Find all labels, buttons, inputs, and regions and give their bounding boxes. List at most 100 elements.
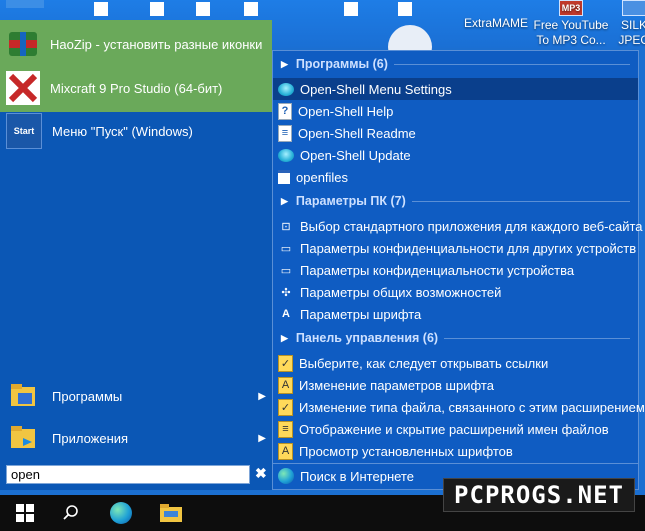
start-badge: Start [13,126,35,136]
section-header-pc-settings[interactable]: ▶ Параметры ПК (7) [273,190,638,212]
close-icon[interactable]: ✖ [255,465,267,482]
pinned-item-label: HaoZip - установить разные иконки [50,36,263,52]
result-item-open-shell-update[interactable]: Open-Shell Update [273,144,638,166]
shortcut-icon [94,2,108,16]
file-ext-icon: ≡ [278,420,293,438]
default-apps-icon: ⊡ [281,220,291,233]
result-label: Параметры общих возможностей [300,284,502,300]
windows-start-icon[interactable] [2,495,48,531]
apps-label: Приложения [52,430,129,446]
pinned-item-label: Mixcraft 9 Pro Studio (64-бит) [50,80,223,96]
search-input[interactable] [6,465,250,484]
triangle-right-icon: ▶ [281,332,288,343]
result-label: Open-Shell Menu Settings [300,81,452,97]
result-item-shared[interactable]: ✣ Параметры общих возможностей [273,281,638,303]
result-label: Изменение типа файла, связанного с этим … [299,399,645,415]
desktop-icon-thumb [6,0,44,8]
search-icon[interactable] [48,495,94,531]
watermark: PCPROGS.NET [443,478,635,512]
section-header-programs[interactable]: ▶ Программы (6) [273,53,638,75]
desktop-icon-youtube-mp3[interactable]: MP3 Free YouTube To MP3 Co... [530,0,612,48]
pinned-item-label: Меню "Пуск" (Windows) [52,123,193,139]
readme-doc-icon: ≡ [278,124,292,142]
section-divider [444,337,630,339]
result-item-open-shell-settings[interactable]: Open-Shell Menu Settings [273,78,638,100]
extramame-label: ExtraMAME [463,16,528,30]
shortcut-icon [150,2,164,16]
edge-icon [278,468,294,484]
result-label: Изменение параметров шрифта [299,377,494,393]
result-item-open-shell-readme[interactable]: ≡ Open-Shell Readme [273,122,638,144]
desktop-icons-row [0,0,440,20]
result-item-font-params[interactable]: A Изменение параметров шрифта [273,374,638,396]
explorer-icon[interactable] [148,495,194,531]
result-item-font-settings[interactable]: A Параметры шрифта [273,303,638,325]
shortcut-icon [244,2,258,16]
result-item-file-type[interactable]: ✓ Изменение типа файла, связанного с эти… [273,396,645,418]
shortcut-icon [344,2,358,16]
mp3-icon: MP3 [559,0,583,16]
result-label: Параметры шрифта [300,306,422,322]
control-panel-icon: ✓ [278,354,293,372]
result-label: Параметры конфиденциальности устройства [300,262,575,278]
result-item-file-ext[interactable]: ≡ Отображение и скрытие расширений имен … [273,418,638,440]
result-label: Поиск в Интернете [300,468,414,484]
section-divider [411,200,630,202]
shared-icon: ✣ [281,286,291,299]
search-row: ✖ [0,461,272,489]
result-item-default-apps[interactable]: ⊡ Выбор стандартного приложения для кажд… [273,215,642,237]
result-label: Open-Shell Readme [298,125,416,141]
triangle-right-icon: ▶ [281,58,288,69]
section-title: Параметры ПК (7) [295,194,406,208]
menu-item-apps[interactable]: Приложения ▶ [0,418,272,458]
result-label: Просмотр установленных шрифтов [299,443,513,459]
chevron-right-icon: ▶ [258,390,266,402]
start-menu-left-pane: HaoZip - установить разные иконки Mixcra… [0,20,272,490]
search-results-pane: ▶ Программы (6) Open-Shell Menu Settings… [272,50,645,490]
haozip-icon [6,27,40,61]
font-icon: A [282,308,290,320]
result-label: Выбор стандартного приложения для каждог… [300,218,643,234]
font-settings-icon: A [278,376,293,394]
pinned-item-mixcraft[interactable]: Mixcraft 9 Pro Studio (64-бит) [0,67,272,109]
result-label: Параметры конфиденциальности для других … [300,240,637,256]
shortcut-icon [196,2,210,16]
result-label: Open-Shell Update [300,147,411,163]
chevron-right-icon: ▶ [258,432,266,444]
result-label: openfiles [296,169,349,185]
result-item-open-links[interactable]: ✓ Выберите, как следует открывать ссылки [273,352,638,374]
fonts-folder-icon: A [278,442,293,460]
result-item-fonts-view[interactable]: A Просмотр установленных шрифтов [273,440,638,462]
apps-icon [8,422,40,454]
section-title: Панель управления (6) [295,331,439,345]
result-item-privacy-device[interactable]: ▭ Параметры конфиденциальности устройств… [273,259,638,281]
result-item-open-shell-help[interactable]: ? Open-Shell Help [273,100,638,122]
mixcraft-icon [6,71,40,105]
pinned-item-haozip[interactable]: HaoZip - установить разные иконки [0,23,272,65]
programs-icon [8,380,40,412]
result-item-openfiles[interactable]: openfiles [273,166,638,188]
result-item-privacy-other[interactable]: ▭ Параметры конфиденциальности для други… [273,237,638,259]
desktop-icon-extramame[interactable]: ExtraMAME [462,6,530,31]
shortcut-icon [398,2,412,16]
start-menu-icon: Start [6,113,42,149]
file-type-icon: ✓ [278,398,293,416]
section-header-control-panel[interactable]: ▶ Панель управления (6) [273,327,638,349]
section-title: Программы (6) [295,57,388,71]
edge-taskbar-icon[interactable] [98,495,144,531]
result-label: Отображение и скрытие расширений имен фа… [299,421,609,437]
silk-icon [622,0,645,16]
section-divider [393,63,630,65]
result-label: Выберите, как следует открывать ссылки [299,355,549,371]
result-label: Open-Shell Help [298,103,394,119]
pinned-item-windows-start[interactable]: Start Меню "Пуск" (Windows) [0,110,272,152]
youtube-mp3-label: Free YouTube To MP3 Co... [533,18,609,47]
open-shell-update-icon [278,148,294,162]
privacy-icon: ▭ [280,242,292,255]
divider [273,463,638,464]
privacy-icon: ▭ [280,264,292,277]
triangle-right-icon: ▶ [281,195,288,206]
menu-item-programs[interactable]: Программы ▶ [0,376,272,416]
console-icon [278,170,290,184]
help-doc-icon: ? [278,102,292,120]
